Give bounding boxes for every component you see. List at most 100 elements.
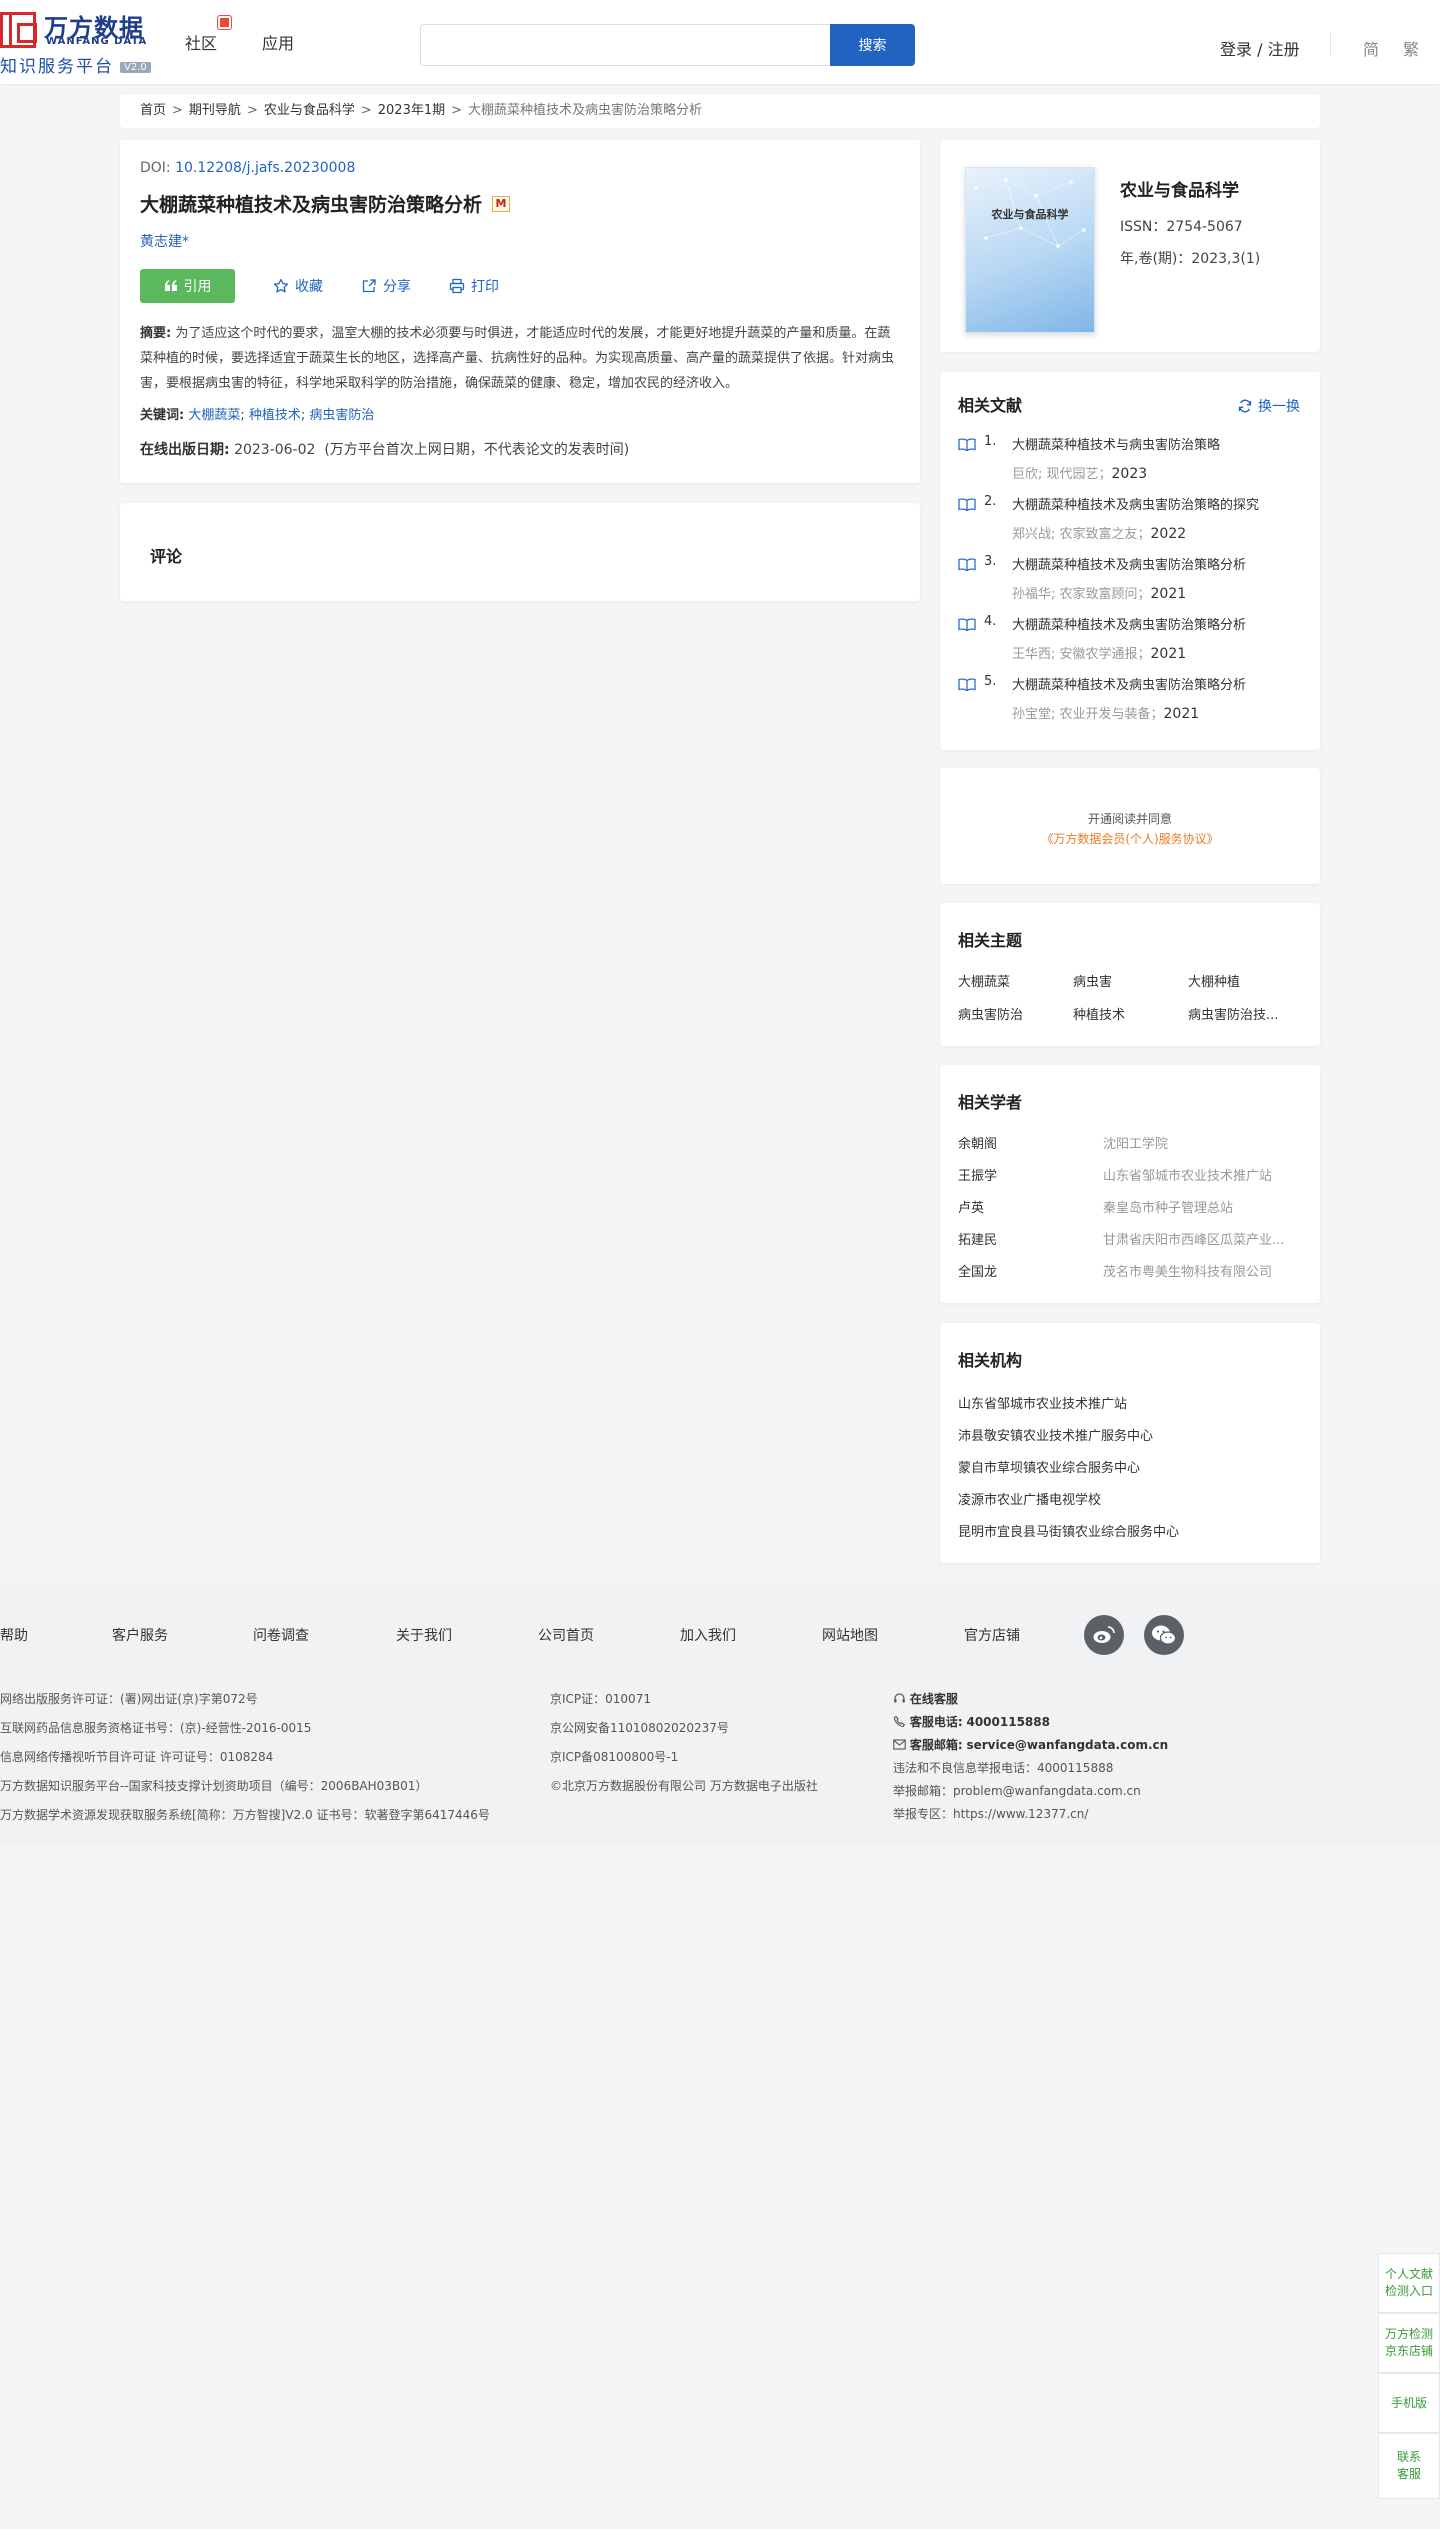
lang-traditional[interactable]: 繁 [1403, 36, 1419, 60]
mail-icon [893, 1739, 906, 1750]
list-item[interactable]: 1. 大棚蔬菜种植技术与病虫害防治策略 巨欣; 现代园艺；2023 [958, 434, 1302, 494]
report-site-link[interactable]: 举报专区：https://www.12377.cn/ [893, 1805, 1088, 1822]
service-phone: 客服电话: 4000115888 [893, 1713, 1050, 1730]
reference-title[interactable]: 大棚蔬菜种植技术及病虫害防治策略分析 [1012, 614, 1246, 633]
list-item[interactable]: 4. 大棚蔬菜种植技术及病虫害防治策略分析 王华西; 安徽农学通报；2021 [958, 614, 1302, 674]
license-text: 互联网药品信息服务资格证书号：(京)-经营性-2016-0015 [0, 1721, 312, 1735]
topic-link[interactable]: 种植技术 [1073, 1004, 1188, 1023]
cite-button[interactable]: 引用 [140, 269, 235, 303]
author-link[interactable]: 黄志建* [140, 231, 900, 251]
org-link[interactable]: 山东省邹城市农业技术推广站 [958, 1393, 1302, 1425]
nav-apps[interactable]: 应用 [262, 30, 294, 54]
side-personal-check[interactable]: 个人文献检测入口 [1378, 2253, 1440, 2313]
journal-name[interactable]: 农业与食品科学 [1120, 176, 1239, 201]
footer-link-survey[interactable]: 问卷调查 [253, 1625, 309, 1645]
topic-link[interactable]: 病虫害 [1073, 971, 1188, 990]
weibo-icon[interactable] [1084, 1615, 1124, 1655]
footer-link-official-store[interactable]: 官方店铺 [964, 1625, 1020, 1645]
service-agreement-link[interactable]: 《万方数据会员(个人)服务协议》 [940, 830, 1320, 847]
reference-title[interactable]: 大棚蔬菜种植技术及病虫害防治策略的探究 [1012, 494, 1259, 513]
icp-text[interactable]: 京ICP证：010071 [550, 1690, 651, 1707]
nav-community[interactable]: 社区 [185, 30, 217, 54]
icp-text[interactable]: 京ICP备08100800号-1 [550, 1748, 678, 1765]
copyright-text: ©北京万方数据股份有限公司 万方数据电子出版社 [550, 1779, 818, 1793]
share-button[interactable]: 分享 [361, 276, 411, 296]
list-item[interactable]: 5. 大棚蔬菜种植技术及病虫害防治策略分析 孙宝堂; 农业开发与装备；2021 [958, 674, 1302, 734]
wanfang-logo[interactable]: 万方数据 WANFANG DATA 知识服务平台 V2.0 [0, 6, 160, 77]
list-item[interactable]: 全国龙 茂名市粤美生物科技有限公司 [958, 1261, 1302, 1293]
org-link[interactable]: 昆明市宜良县马街镇农业综合服务中心 [958, 1521, 1302, 1553]
wechat-icon[interactable] [1144, 1615, 1184, 1655]
book-icon [958, 618, 976, 631]
topic-link[interactable]: 病虫害防治技... [1188, 1004, 1303, 1023]
reference-title[interactable]: 大棚蔬菜种植技术及病虫害防治策略分析 [1012, 674, 1246, 693]
footer-link-about[interactable]: 关于我们 [396, 1625, 452, 1645]
doi-link[interactable]: 10.12208/j.jafs.20230008 [175, 160, 355, 176]
list-item[interactable]: 2. 大棚蔬菜种植技术及病虫害防治策略的探究 郑兴战; 农家致富之友；2022 [958, 494, 1302, 554]
keyword-link[interactable]: 种植技术 [249, 408, 301, 423]
side-mobile[interactable]: 手机版 [1378, 2373, 1440, 2433]
breadcrumb-home[interactable]: 首页 [140, 103, 166, 118]
topic-link[interactable]: 大棚蔬菜 [958, 971, 1073, 990]
scholar-name[interactable]: 卢英 [958, 1197, 984, 1216]
reference-title[interactable]: 大棚蔬菜种植技术及病虫害防治策略分析 [1012, 554, 1246, 573]
topic-link[interactable]: 大棚种植 [1188, 971, 1303, 990]
scholar-name[interactable]: 全国龙 [958, 1261, 997, 1280]
favorite-button[interactable]: 收藏 [273, 276, 323, 296]
login-register-link[interactable]: 登录 / 注册 [1220, 36, 1300, 60]
topic-list: 大棚蔬菜 病虫害 大棚种植 病虫害防治 种植技术 病虫害防治技... [958, 971, 1302, 1023]
license-text: 网络出版服务许可证：(署)网出证(京)字第072号 [0, 1692, 258, 1706]
topic-link[interactable]: 病虫害防治 [958, 1004, 1073, 1023]
side-contact-service[interactable]: 联系客服 [1378, 2433, 1440, 2499]
scholar-name[interactable]: 王振学 [958, 1165, 997, 1184]
icp-text[interactable]: 京公网安备11010802020237号 [550, 1719, 729, 1736]
agreement-text: 开通阅读并同意 [1087, 812, 1172, 826]
keyword-link[interactable]: 病虫害防治 [309, 408, 374, 423]
book-icon [958, 678, 976, 691]
search-input[interactable] [420, 24, 830, 66]
breadcrumb-issue[interactable]: 2023年1期 [378, 103, 445, 118]
m-badge-icon[interactable]: M [492, 195, 511, 212]
scholar-name[interactable]: 余朝阁 [958, 1133, 997, 1152]
footer-link-help[interactable]: 帮助 [0, 1625, 28, 1645]
org-link[interactable]: 凌源市农业广播电视学校 [958, 1489, 1302, 1521]
footer-link-company-home[interactable]: 公司首页 [538, 1625, 594, 1645]
refresh-button[interactable]: 换一换 [1238, 396, 1300, 416]
list-item[interactable]: 3. 大棚蔬菜种植技术及病虫害防治策略分析 孙福华; 农家致富顾问；2021 [958, 554, 1302, 614]
org-link[interactable]: 蒙自市草坝镇农业综合服务中心 [958, 1457, 1302, 1489]
reference-title[interactable]: 大棚蔬菜种植技术与病虫害防治策略 [1012, 434, 1220, 453]
list-item[interactable]: 余朝阁 沈阳工学院 [958, 1133, 1302, 1165]
scholar-org: 沈阳工学院 [1103, 1137, 1169, 1152]
breadcrumb-journal-nav[interactable]: 期刊导航 [189, 103, 241, 118]
journal-cover[interactable]: 农业与食品科学 [965, 167, 1095, 333]
online-service-link[interactable]: 在线客服 [893, 1690, 958, 1707]
side-jd-store[interactable]: 万方检测京东店铺 [1378, 2313, 1440, 2373]
footer-link-customer-service[interactable]: 客户服务 [112, 1625, 168, 1645]
footer-link-join-us[interactable]: 加入我们 [680, 1625, 736, 1645]
article-title: 大棚蔬菜种植技术及病虫害防治策略分析 M [140, 190, 900, 217]
print-button[interactable]: 打印 [449, 276, 499, 296]
journal-volume: 年,卷(期)：2023,3(1) [1120, 251, 1261, 267]
footer-link-sitemap[interactable]: 网站地图 [822, 1625, 878, 1645]
keyword-link[interactable]: 大棚蔬菜 [188, 408, 240, 423]
doi: DOI: 10.12208/j.jafs.20230008 [140, 160, 356, 176]
list-item[interactable]: 卢英 秦皇岛市种子管理总站 [958, 1197, 1302, 1229]
logo-english: WANFANG DATA [46, 36, 148, 47]
online-publish-date: 在线出版日期: 2023-06-02 (万方平台首次上网日期，不代表论文的发表时… [140, 442, 630, 458]
scholar-org: 茂名市粤美生物科技有限公司 [1103, 1265, 1273, 1280]
breadcrumb-journal[interactable]: 农业与食品科学 [264, 103, 355, 118]
top-header: 万方数据 WANFANG DATA 知识服务平台 V2.0 社区 应用 搜索 登录… [0, 0, 1440, 84]
headset-icon [894, 1693, 905, 1703]
service-email: 客服邮箱: service@wanfangdata.com.cn [893, 1736, 1168, 1753]
list-item[interactable]: 拓建民 甘肃省庆阳市西峰区瓜菜产业... [958, 1229, 1302, 1261]
lang-simplified[interactable]: 简 [1363, 36, 1379, 60]
journal-issn: ISSN：2754-5067 [1120, 219, 1243, 235]
header-divider [1330, 32, 1331, 56]
license-text: 万方数据知识服务平台--国家科技支撑计划资助项目（编号：2006BAH03B01… [0, 1779, 428, 1793]
list-item[interactable]: 王振学 山东省邹城市农业技术推广站 [958, 1165, 1302, 1197]
search-button[interactable]: 搜索 [830, 24, 915, 66]
cover-network-pattern [974, 178, 1086, 248]
scholar-name[interactable]: 拓建民 [958, 1229, 997, 1248]
related-orgs-title: 相关机构 [958, 1351, 1023, 1370]
org-link[interactable]: 沛县敬安镇农业技术推广服务中心 [958, 1425, 1302, 1457]
